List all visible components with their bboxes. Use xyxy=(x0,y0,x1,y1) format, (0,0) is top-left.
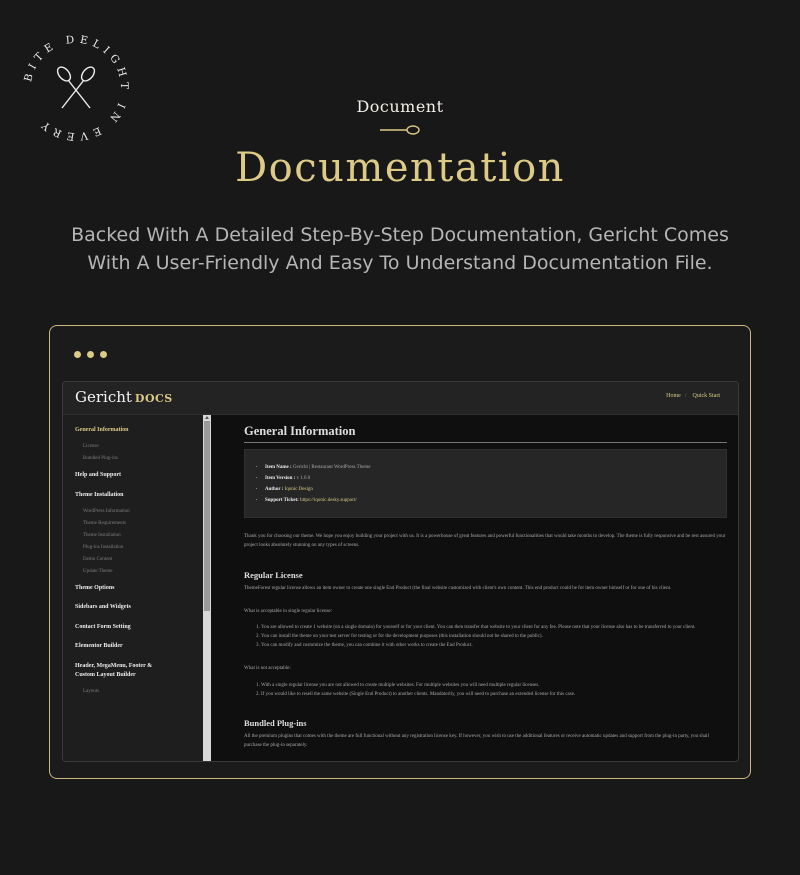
sidebar-subitem-theme-requirements[interactable]: Theme Requirements xyxy=(83,520,126,527)
intro-text: Backed With A Detailed Step-By-Step Docu… xyxy=(71,224,729,274)
page-title: Documentation xyxy=(235,145,565,191)
sidebar-subitem-update-theme[interactable]: Update Theme xyxy=(83,568,112,575)
sidebar-subitem-plugins-installation[interactable]: Plug-ins Installation xyxy=(83,544,123,551)
scroll-up-icon[interactable] xyxy=(205,416,209,419)
sidebar-subitem-wordpress-information[interactable]: WordPress Information xyxy=(83,508,130,515)
not-acceptable-list: With a single regular license you are no… xyxy=(261,681,727,699)
docs-logo[interactable]: Gericht DOCS xyxy=(75,388,173,406)
plugins-paragraph: All the premium plugins that comes with … xyxy=(244,734,709,748)
info-item-support: Support Ticket: https://iqonic.desky.sup… xyxy=(265,495,371,506)
sidebar-item-header-megamenu[interactable]: Header, MegaMenu, Footer & Custom Layout… xyxy=(75,662,165,680)
sidebar-item-theme-installation[interactable]: Theme Installation xyxy=(75,491,195,500)
license-paragraph: ThemeForest regular license allows an it… xyxy=(244,586,672,591)
breadcrumb-separator: / xyxy=(684,393,687,399)
docs-sidebar: General Information License Bundled Plug… xyxy=(63,415,203,761)
window-dot-icon xyxy=(100,351,107,358)
title-divider xyxy=(244,442,727,443)
intro-paragraph: Thank you for choosing our theme. We hop… xyxy=(244,534,726,548)
window-dot-icon xyxy=(87,351,94,358)
brand-badge: BITE DELIGHT IN EVERY xyxy=(22,34,130,143)
acceptable-heading: What is acceptable in single regular lic… xyxy=(244,609,333,614)
list-item: You are allowed to create 1 website (on … xyxy=(261,623,727,632)
bundled-plugins-heading: Bundled Plug-ins xyxy=(244,718,307,728)
not-acceptable-heading: What is not acceptable: xyxy=(244,666,291,671)
sidebar-subitem-demo-content[interactable]: Demo Content xyxy=(83,556,112,563)
sidebar-item-elementor-builder[interactable]: Elementor Builder xyxy=(75,642,195,651)
nav-quick-start-link[interactable]: Quick Start xyxy=(693,393,721,399)
list-item: You can install the theme on your test s… xyxy=(261,632,727,641)
sidebar-subitem-theme-installation[interactable]: Theme Installation xyxy=(83,532,121,539)
content-title: General Information xyxy=(244,424,356,438)
docs-window: Gericht DOCS Home / Quick Start General Inf… xyxy=(62,381,739,762)
list-item: If you would like to resell the same web… xyxy=(261,690,727,699)
section-eyebrow: Document xyxy=(356,97,444,116)
spoon-divider-icon xyxy=(380,125,420,135)
sidebar-item-contact-form[interactable]: Contact Form Setting xyxy=(75,623,195,632)
regular-license-heading: Regular License xyxy=(244,570,303,580)
info-item-version: Item Version : v 1.0.0 xyxy=(265,473,371,484)
support-ticket-link[interactable]: https://iqonic.desky.support/ xyxy=(300,498,357,503)
sidebar-subitem-license[interactable]: License xyxy=(83,443,99,450)
scrollbar-thumb[interactable] xyxy=(204,421,210,611)
acceptable-list: You are allowed to create 1 website (on … xyxy=(261,623,727,650)
window-dots xyxy=(74,351,107,358)
nav-home-link[interactable]: Home xyxy=(666,393,681,399)
docs-breadcrumb: Home / Quick Start xyxy=(660,393,720,399)
svg-text:BITE DELIGHT IN EVERY: BITE DELIGHT IN EVERY xyxy=(22,34,130,143)
sidebar-subitem-bundled-plugins[interactable]: Bundled Plug-ins xyxy=(83,455,118,462)
info-item-author: Author : Iqonic Design xyxy=(265,484,371,495)
sidebar-item-help-support[interactable]: Help and Support xyxy=(75,471,195,480)
docs-preview-frame: Gericht DOCS Home / Quick Start General Inf… xyxy=(49,325,751,779)
list-item: With a single regular license you are no… xyxy=(261,681,727,690)
logo-text: Gericht xyxy=(75,388,132,406)
list-item: You can modify and customize the theme, … xyxy=(261,641,727,650)
docs-topbar: Gericht DOCS Home / Quick Start xyxy=(63,382,738,415)
sidebar-item-sidebars-widgets[interactable]: Sidebars and Widgets xyxy=(75,603,195,612)
sidebar-item-theme-options[interactable]: Theme Options xyxy=(75,584,195,593)
item-info-box: Item Name : Gericht | Restaurant WordPre… xyxy=(244,449,727,518)
docs-content: General Information Item Name : Gericht … xyxy=(211,415,738,761)
author-link[interactable]: Iqonic Design xyxy=(285,487,313,492)
sidebar-item-general-information[interactable]: General Information xyxy=(75,426,195,435)
window-dot-icon xyxy=(74,351,81,358)
logo-suffix: DOCS xyxy=(134,392,173,405)
sidebar-subitem-layouts[interactable]: Layouts xyxy=(83,688,99,695)
info-item-name: Item Name : Gericht | Restaurant WordPre… xyxy=(265,462,371,473)
sidebar-scrollbar[interactable] xyxy=(203,415,211,761)
